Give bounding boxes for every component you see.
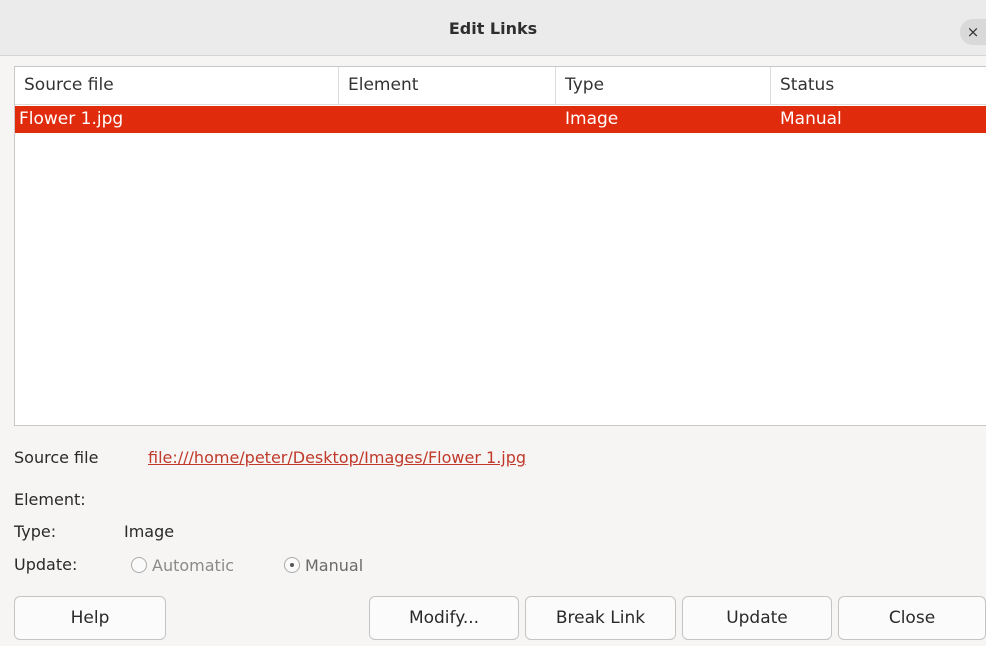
title-bar: Edit Links × (0, 0, 986, 56)
break-link-button[interactable]: Break Link (525, 596, 676, 640)
manual-option-label: Manual (305, 555, 364, 575)
cell-type: Image (565, 109, 619, 129)
close-button[interactable]: Close (838, 596, 986, 640)
cell-source-file: Flower 1.jpg (19, 109, 124, 129)
table-header: Source file Element Type Status (15, 67, 986, 105)
column-header-source-file[interactable]: Source file (15, 67, 339, 104)
automatic-option-label: Automatic (152, 555, 235, 575)
radio-checked-icon (284, 557, 300, 573)
update-label: Update: (14, 555, 78, 574)
column-header-element[interactable]: Element (339, 67, 556, 104)
column-header-type[interactable]: Type (556, 67, 771, 104)
edit-links-dialog: Edit Links × Source file Element Type St… (0, 0, 986, 646)
source-file-label: Source file (14, 448, 99, 467)
type-value: Image (124, 522, 175, 541)
modify-button[interactable]: Modify... (369, 596, 519, 640)
update-button[interactable]: Update (682, 596, 832, 640)
element-label: Element: (14, 490, 86, 509)
table-row[interactable]: Flower 1.jpg Image Manual (15, 106, 986, 133)
source-file-link[interactable]: file:///home/peter/Desktop/Images/Flower… (148, 448, 526, 467)
dialog-title: Edit Links (448, 19, 538, 38)
links-table[interactable]: Source file Element Type Status Flower 1… (14, 66, 986, 426)
cell-status: Manual (780, 109, 842, 129)
radio-unchecked-icon (131, 557, 147, 573)
help-button[interactable]: Help (14, 596, 166, 640)
close-icon[interactable]: × (960, 19, 986, 45)
type-label: Type: (14, 522, 57, 541)
update-manual-radio[interactable]: Manual (284, 554, 363, 576)
update-automatic-radio[interactable]: Automatic (131, 554, 234, 576)
column-header-status[interactable]: Status (771, 67, 986, 104)
